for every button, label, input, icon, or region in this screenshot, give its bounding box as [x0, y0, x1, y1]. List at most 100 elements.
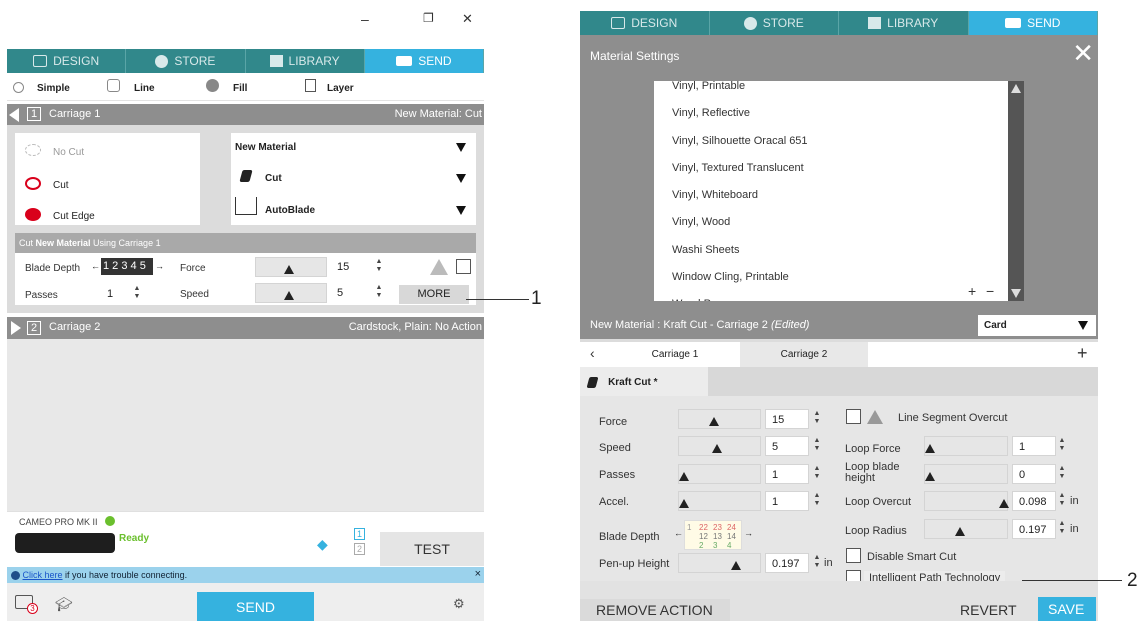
accel-stepper[interactable]: ▲ ▼	[813, 492, 821, 508]
tool-label[interactable]: AutoBlade	[265, 205, 315, 216]
tab-library[interactable]: LIBRARY	[839, 11, 969, 35]
layer-label[interactable]: Layer	[327, 83, 354, 94]
add-carriage-button[interactable]: +	[1077, 343, 1088, 364]
notice-close[interactable]: ×	[475, 568, 481, 580]
blade-left-arrow-icon[interactable]: ←	[674, 528, 683, 538]
test-button[interactable]: TEST	[380, 532, 484, 566]
move-arrows-icon[interactable]: ◆	[317, 536, 328, 553]
graduation-cap-icon[interactable]: 🎓︎	[55, 596, 73, 613]
indicator-1[interactable]: 1	[354, 528, 365, 540]
action-tab-kraft-cut[interactable]: Kraft Cut *	[580, 367, 708, 396]
remove-material-button[interactable]: −	[986, 283, 995, 299]
blade-depth-digits[interactable]: 1 2 3 4 5	[101, 258, 153, 275]
loop-overcut-slider[interactable]	[924, 491, 1009, 511]
loop-radius-slider[interactable]	[924, 519, 1008, 539]
material-list-item[interactable]: Window Cling, Printable	[654, 264, 1008, 291]
overcut-checkbox[interactable]	[456, 259, 471, 274]
indicator-2[interactable]: 2	[354, 543, 365, 555]
loop-force-stepper[interactable]: ▲ ▼	[1058, 437, 1066, 453]
action-dropdown-icon[interactable]	[456, 174, 466, 183]
speed-slider[interactable]	[255, 283, 327, 303]
gear-icon[interactable]: ⚙	[453, 596, 465, 612]
close-panel-icon[interactable]: ✕	[1072, 38, 1094, 69]
line-label[interactable]: Line	[134, 83, 155, 94]
force-value[interactable]: 15	[765, 409, 809, 429]
tab-send[interactable]: SEND	[968, 11, 1098, 35]
passes-stepper[interactable]: ▲ ▼	[813, 465, 821, 481]
force-stepper[interactable]: ▲ ▼	[813, 410, 821, 426]
penup-stepper[interactable]: ▲ ▼	[813, 554, 821, 570]
blade-left-arrow-icon[interactable]: ←	[91, 261, 100, 271]
no-cut-option[interactable]: No Cut	[53, 147, 84, 158]
simple-radio[interactable]	[13, 82, 24, 93]
tab-carriage-2[interactable]: Carriage 2	[740, 342, 868, 367]
passes-value[interactable]: 1	[101, 284, 129, 304]
fill-label[interactable]: Fill	[233, 83, 247, 94]
scroll-up-icon[interactable]	[1011, 84, 1021, 93]
speed-stepper[interactable]: ▲ ▼	[813, 437, 821, 453]
loop-overcut-stepper[interactable]: ▲ ▼	[1058, 492, 1066, 508]
tab-store[interactable]: STORE	[126, 49, 246, 73]
material-list-item[interactable]: Vinyl, Printable	[654, 81, 1008, 100]
force-value[interactable]: 15	[331, 257, 369, 277]
material-list-item[interactable]: Vinyl, Reflective	[654, 100, 1008, 127]
material-list-item[interactable]: Wood Paper	[654, 291, 1008, 301]
loop-radius-value[interactable]: 0.197	[1012, 519, 1056, 539]
material-type-select[interactable]: Card	[978, 315, 1096, 336]
passes-slider[interactable]	[678, 464, 761, 484]
penup-value[interactable]: 0.197	[765, 553, 809, 573]
loop-blade-height-slider[interactable]	[924, 464, 1008, 484]
force-slider[interactable]	[678, 409, 761, 429]
speed-value[interactable]: 5	[331, 283, 369, 303]
cut-option[interactable]: Cut	[53, 180, 69, 191]
material-name[interactable]: New Material	[235, 142, 296, 153]
save-button[interactable]: SAVE	[1038, 597, 1096, 621]
force-slider[interactable]	[255, 257, 327, 277]
tab-store[interactable]: STORE	[709, 11, 839, 35]
add-material-button[interactable]: +	[968, 283, 977, 299]
remove-action-button[interactable]: REMOVE ACTION	[580, 599, 730, 621]
blade-right-arrow-icon[interactable]: →	[155, 261, 164, 271]
force-stepper[interactable]: ▲ ▼	[375, 258, 383, 274]
minimize-button[interactable]: –	[361, 11, 369, 27]
scroll-down-icon[interactable]	[1011, 289, 1021, 298]
chevron-left-icon[interactable]: ‹	[590, 345, 595, 361]
loop-force-slider[interactable]	[924, 436, 1008, 456]
click-here-link[interactable]: Click here	[23, 570, 63, 580]
tab-carriage-1[interactable]: Carriage 1	[610, 342, 740, 367]
accel-value[interactable]: 1	[765, 491, 809, 511]
close-button[interactable]: ✕	[462, 11, 473, 27]
loop-blade-height-stepper[interactable]: ▲ ▼	[1058, 465, 1066, 481]
material-list-item[interactable]: Washi Sheets	[654, 237, 1008, 264]
penup-slider[interactable]	[678, 553, 761, 573]
simple-label[interactable]: Simple	[37, 83, 70, 94]
speed-value[interactable]: 5	[765, 436, 809, 456]
cut-edge-option[interactable]: Cut Edge	[53, 211, 95, 222]
material-dropdown-icon[interactable]	[456, 143, 466, 152]
carriage2-header[interactable]: 2 Carriage 2 Cardstock, Plain: No Action	[7, 317, 484, 339]
line-segment-checkbox[interactable]	[846, 409, 861, 424]
cut-action-label[interactable]: Cut	[265, 173, 282, 184]
material-list-item[interactable]: Vinyl, Wood	[654, 209, 1008, 236]
material-list-item[interactable]: Vinyl, Whiteboard	[654, 182, 1008, 209]
disable-smart-cut-checkbox[interactable]	[846, 548, 861, 563]
send-button[interactable]: SEND	[197, 592, 314, 621]
tab-design[interactable]: DESIGN	[580, 11, 710, 35]
loop-blade-height-value[interactable]: 0	[1012, 464, 1056, 484]
loop-radius-stepper[interactable]: ▲ ▼	[1058, 520, 1066, 536]
material-list-item[interactable]: Vinyl, Silhouette Oracal 651	[654, 128, 1008, 155]
restore-button[interactable]: ❐	[423, 11, 434, 25]
material-list-item[interactable]: Vinyl, Textured Translucent	[654, 155, 1008, 182]
carriage1-header[interactable]: 1 Carriage 1 New Material: Cut	[7, 104, 484, 125]
more-button[interactable]: MORE	[399, 285, 469, 304]
loop-overcut-value[interactable]: 0.098	[1012, 491, 1056, 511]
blade-depth-grid[interactable]: 1 22 23 24 12 13 14 2 3 4	[684, 520, 742, 550]
blade-right-arrow-icon[interactable]: →	[744, 528, 753, 538]
tab-design[interactable]: DESIGN	[7, 49, 127, 73]
passes-value[interactable]: 1	[765, 464, 809, 484]
tool-dropdown-icon[interactable]	[456, 206, 466, 215]
revert-button[interactable]: REVERT	[954, 599, 1034, 621]
speed-slider[interactable]	[678, 436, 761, 456]
tab-send[interactable]: SEND	[364, 49, 484, 73]
passes-stepper[interactable]: ▲ ▼	[133, 285, 141, 301]
